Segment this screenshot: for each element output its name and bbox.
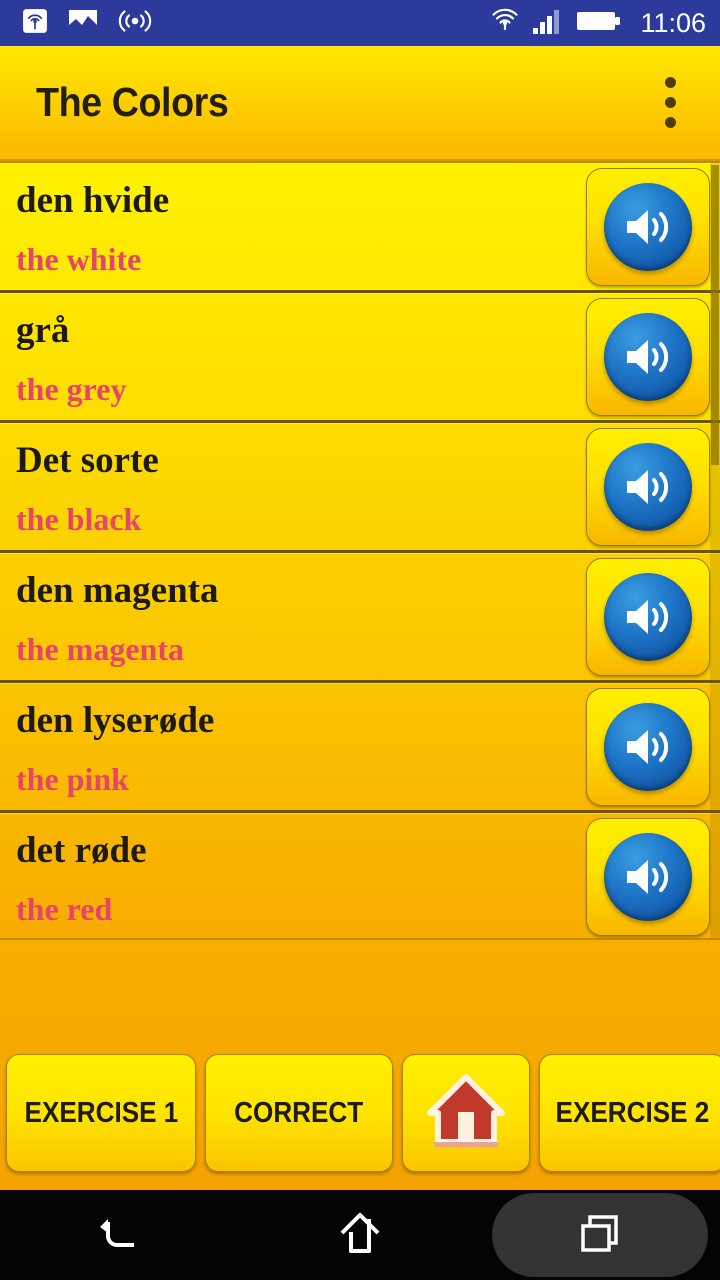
- status-bar-right-icons: 11:06: [490, 7, 706, 40]
- speaker-button[interactable]: [586, 168, 710, 286]
- home-icon: [334, 1207, 386, 1264]
- list-item[interactable]: grå the grey: [0, 293, 720, 423]
- battery-icon: [576, 8, 622, 39]
- status-bar-clock: 11:06: [640, 7, 706, 38]
- speaker-icon: [604, 443, 692, 531]
- correct-label: CORRECT: [234, 1096, 364, 1129]
- list-item-text-block: den hvide the white: [16, 164, 586, 290]
- native-word: grå: [16, 309, 70, 351]
- house-icon: [426, 1072, 506, 1155]
- list-scrollbar-track[interactable]: [710, 163, 720, 938]
- native-word: den magenta: [16, 569, 219, 611]
- translation-word: the red: [16, 890, 113, 927]
- overflow-dot-1: [664, 77, 676, 88]
- list-item[interactable]: den lyserøde the pink: [0, 683, 720, 813]
- speaker-button[interactable]: [586, 818, 710, 936]
- speaker-icon: [604, 573, 692, 661]
- nfc-icon: [22, 8, 48, 39]
- wifi-hotspot-icon: [118, 8, 152, 39]
- system-navigation-bar: [0, 1190, 720, 1280]
- phone-screen: 11:06 The Colors den hvide the white grå…: [0, 0, 720, 1280]
- recents-icon: [574, 1207, 626, 1264]
- speaker-icon: [604, 183, 692, 271]
- correct-button[interactable]: CORRECT: [205, 1054, 393, 1172]
- list-item[interactable]: det røde the red: [0, 813, 720, 938]
- app-bar: The Colors: [0, 46, 720, 161]
- list-item[interactable]: Det sorte the black: [0, 423, 720, 553]
- native-word: Det sorte: [16, 439, 159, 481]
- exercise-2-label: EXERCISE 2: [555, 1096, 710, 1129]
- list-scrollbar-thumb[interactable]: [711, 165, 719, 465]
- home-button[interactable]: [402, 1054, 530, 1172]
- footer-button-bar: EXERCISE 1 CORRECT EXERCISE 2: [0, 940, 720, 1190]
- exercise-1-button[interactable]: EXERCISE 1: [6, 1054, 196, 1172]
- speaker-icon: [604, 313, 692, 401]
- page-title: The Colors: [36, 79, 229, 125]
- nav-back-button[interactable]: [0, 1190, 240, 1280]
- exercise-2-button[interactable]: EXERCISE 2: [539, 1054, 720, 1172]
- nav-recents-button[interactable]: [480, 1190, 720, 1280]
- list-item-text-block: grå the grey: [16, 294, 586, 420]
- list-item-text-block: den magenta the magenta: [16, 554, 586, 680]
- list-item-text-block: det røde the red: [16, 814, 586, 938]
- speaker-button[interactable]: [586, 558, 710, 676]
- overflow-menu-button[interactable]: [650, 75, 690, 131]
- speaker-icon: [604, 703, 692, 791]
- exercise-1-label: EXERCISE 1: [24, 1096, 178, 1129]
- native-word: den hvide: [16, 179, 170, 221]
- translation-word: the white: [16, 240, 142, 277]
- screenshot-image-icon: [68, 8, 98, 39]
- translation-word: the pink: [16, 760, 129, 797]
- list-item[interactable]: den hvide the white: [0, 163, 720, 293]
- status-bar: 11:06: [0, 0, 720, 46]
- overflow-dot-3: [664, 117, 676, 128]
- speaker-button[interactable]: [586, 688, 710, 806]
- list-item-text-block: Det sorte the black: [16, 424, 586, 550]
- native-word: den lyserøde: [16, 699, 215, 741]
- list-item[interactable]: den magenta the magenta: [0, 553, 720, 683]
- native-word: det røde: [16, 829, 147, 871]
- status-bar-left-icons: [22, 8, 152, 39]
- translation-word: the black: [16, 500, 142, 537]
- wifi-icon: [490, 7, 520, 40]
- overflow-dot-2: [664, 97, 676, 108]
- translation-word: the magenta: [16, 630, 184, 667]
- cellular-signal-icon: [532, 7, 564, 40]
- speaker-button[interactable]: [586, 298, 710, 416]
- nav-home-button[interactable]: [240, 1190, 480, 1280]
- speaker-icon: [604, 833, 692, 921]
- translation-word: the grey: [16, 370, 127, 407]
- speaker-button[interactable]: [586, 428, 710, 546]
- list-item-text-block: den lyserøde the pink: [16, 684, 586, 810]
- color-word-list[interactable]: den hvide the white grå the grey Det sor…: [0, 161, 720, 940]
- back-icon: [94, 1207, 146, 1264]
